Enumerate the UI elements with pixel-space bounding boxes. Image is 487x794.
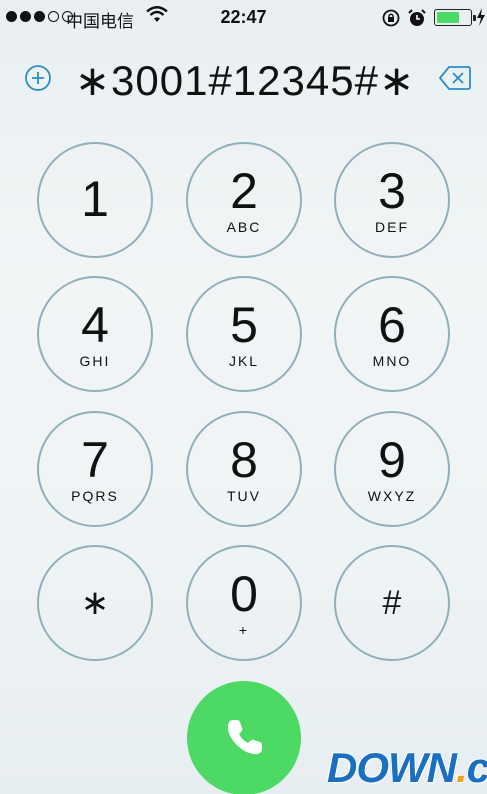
key-2[interactable]: 2 ABC [186, 142, 302, 258]
key-digit: 7 [81, 432, 109, 488]
key-letters: DEF [375, 219, 409, 235]
key-5[interactable]: 5 JKL [186, 276, 302, 392]
key-digit: # [382, 584, 402, 622]
key-digit: 9 [378, 432, 406, 488]
key-1[interactable]: 1 [37, 142, 153, 258]
watermark-dot: . [455, 744, 468, 791]
key-digit: 0 [230, 566, 258, 622]
key-digit: 5 [230, 297, 258, 353]
key-3[interactable]: 3 DEF [334, 142, 450, 258]
key-letters: + [238, 622, 250, 638]
key-letters: WXYZ [367, 488, 417, 504]
key-star[interactable]: ∗ [37, 545, 153, 661]
key-letters: MNO [372, 353, 412, 369]
backspace-icon[interactable] [439, 65, 471, 91]
key-9[interactable]: 9 WXYZ [334, 411, 450, 527]
rotation-lock-icon [382, 9, 400, 27]
key-digit: 3 [378, 163, 406, 219]
key-letters: TUV [227, 488, 261, 504]
key-digit: 8 [230, 432, 258, 488]
key-0[interactable]: 0 + [186, 545, 302, 661]
battery-fill [437, 12, 460, 23]
key-4[interactable]: 4 GHI [37, 276, 153, 392]
watermark-main: DOWN [327, 744, 457, 791]
battery-icon [434, 9, 476, 26]
key-digit: ∗ [80, 584, 110, 622]
key-8[interactable]: 8 TUV [186, 411, 302, 527]
key-6[interactable]: 6 MNO [334, 276, 450, 392]
key-letters: GHI [79, 353, 111, 369]
dialed-number: ∗3001#12345#∗ [74, 57, 416, 104]
watermark-logo: DOWN.cc [327, 744, 487, 791]
key-7[interactable]: 7 PQRS [37, 411, 153, 527]
key-hash[interactable]: # [334, 545, 450, 661]
key-digit: 6 [378, 297, 406, 353]
key-digit: 1 [81, 171, 109, 227]
call-button[interactable] [187, 681, 301, 794]
phone-icon [227, 720, 262, 755]
key-digit: 4 [81, 297, 109, 353]
alarm-clock-icon [408, 9, 426, 26]
status-bar: 中国电信 22:47 [0, 0, 487, 34]
key-letters: ABC [226, 219, 262, 235]
charging-bolt-icon [477, 8, 485, 26]
key-letters: PQRS [71, 488, 119, 504]
watermark-tld: cc [466, 744, 487, 791]
add-contact-icon[interactable] [24, 64, 52, 92]
key-digit: 2 [230, 163, 258, 219]
key-letters: JKL [228, 353, 260, 369]
